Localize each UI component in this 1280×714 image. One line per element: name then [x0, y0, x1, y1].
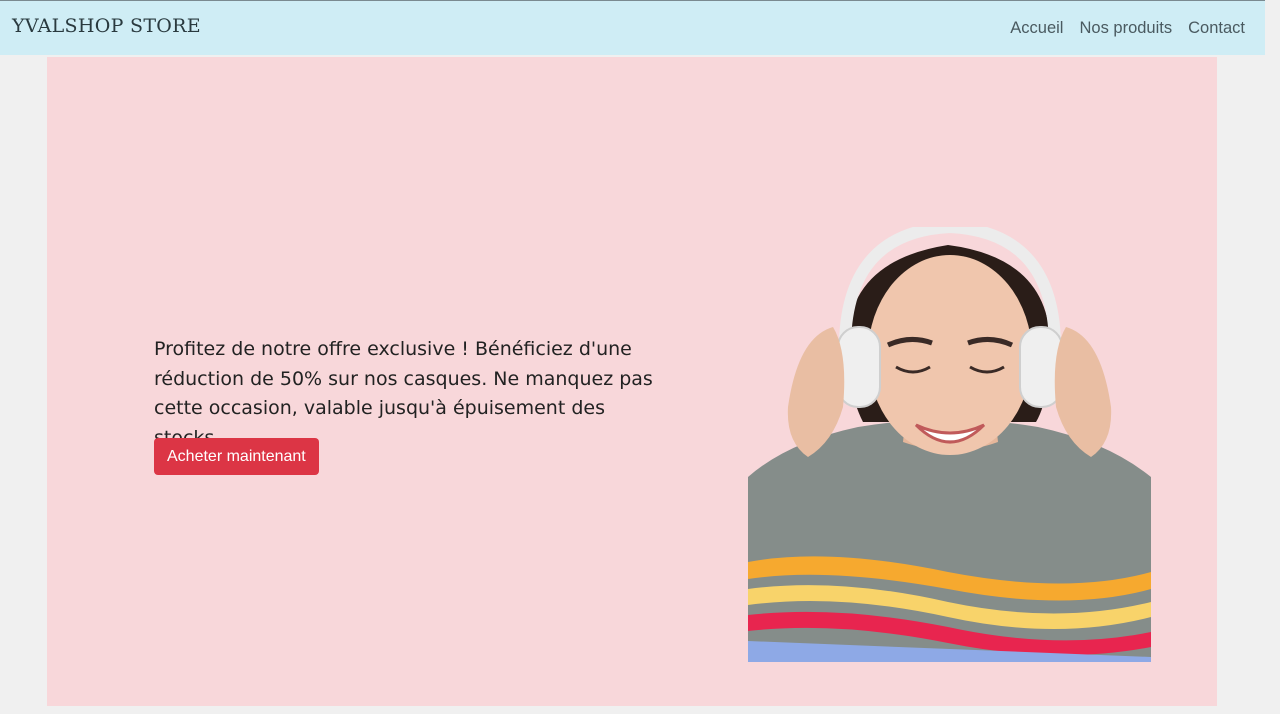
nav-links: Accueil Nos produits Contact	[1010, 19, 1245, 38]
hero-banner: Profitez de notre offre exclusive ! Béné…	[47, 57, 1217, 706]
page-footer-space	[0, 706, 1265, 714]
hero-image	[748, 227, 1151, 662]
nav-link-accueil[interactable]: Accueil	[1010, 19, 1063, 38]
nav-link-contact[interactable]: Contact	[1188, 19, 1245, 38]
woman-with-headphones-illustration	[748, 227, 1151, 662]
brand-logo[interactable]: YVALSHOP STORE	[12, 15, 201, 37]
nav-link-nos-produits[interactable]: Nos produits	[1079, 19, 1172, 38]
scrollbar[interactable]	[1265, 0, 1280, 714]
hero-text: Profitez de notre offre exclusive ! Béné…	[154, 338, 653, 449]
navbar: YVALSHOP STORE Accueil Nos produits Cont…	[0, 0, 1265, 55]
buy-now-button[interactable]: Acheter maintenant	[154, 438, 319, 475]
